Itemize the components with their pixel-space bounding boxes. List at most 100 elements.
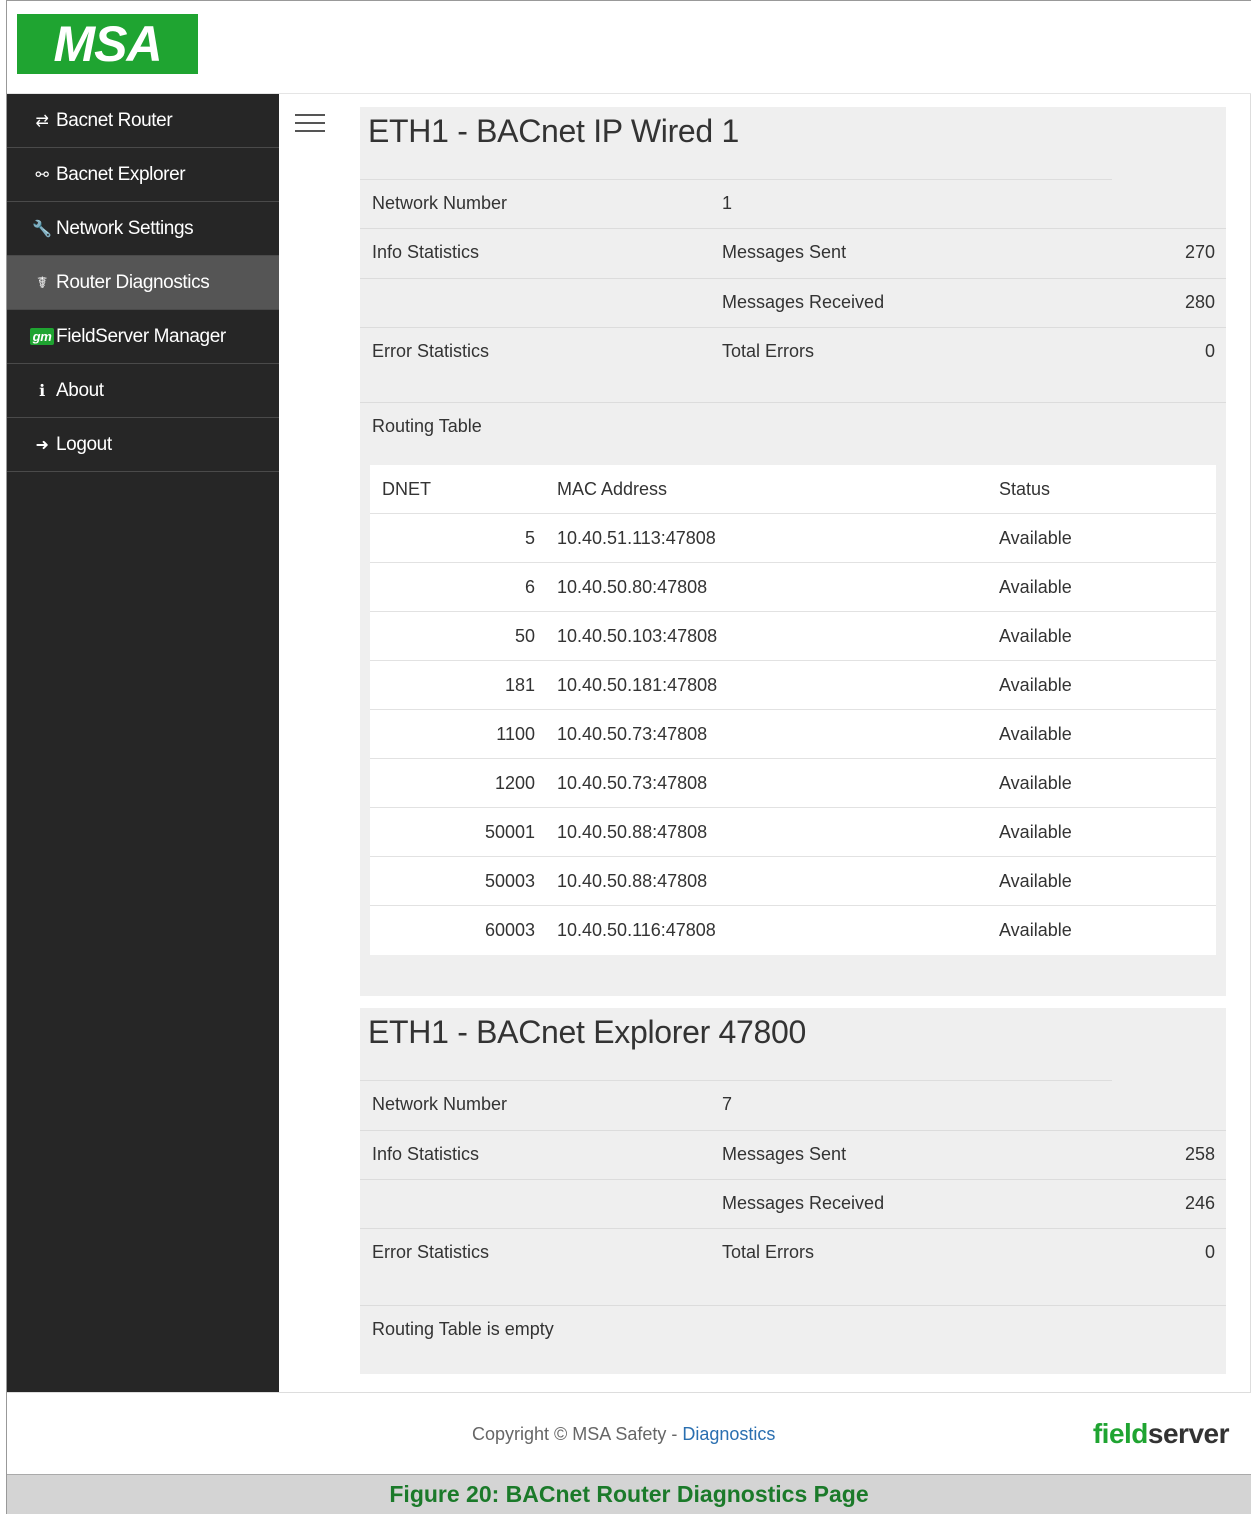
status-cell: Available — [999, 675, 1072, 695]
table-row: 1100 10.40.50.73:47808 Available — [370, 710, 1216, 759]
info-statistics-label: Info Statistics — [372, 242, 480, 262]
dnet-cell: 1100 — [496, 724, 535, 744]
mac-cell: 10.40.50.116:47808 — [557, 920, 716, 940]
messages-sent-row: Info Statistics Messages Sent 270 — [360, 228, 1226, 277]
sidebar-item-label: Logout — [56, 433, 112, 455]
routing-table-row: Routing Table — [360, 402, 1226, 451]
messages-received-value: 280 — [1184, 292, 1215, 312]
mac-cell: 10.40.50.80:47808 — [557, 577, 708, 597]
messages-received-value: 246 — [1184, 1193, 1215, 1213]
mac-cell: 10.40.50.88:47808 — [557, 822, 708, 842]
total-errors-value: 0 — [1204, 341, 1215, 361]
messages-received-row: Messages Received 280 — [360, 278, 1226, 327]
dnet-cell: 6 — [524, 577, 535, 597]
network-panel-wired: ETH1 - BACnet IP Wired 1 Network Number … — [360, 107, 1226, 996]
total-errors-row: Error Statistics Total Errors 0 — [360, 327, 1226, 376]
sidebar-item-router-diagnostics[interactable]: ☤ Router Diagnostics — [7, 256, 279, 310]
gt-badge: gт — [29, 328, 55, 345]
status-cell: Available — [999, 871, 1072, 891]
exchange-icon: ⇄ — [35, 112, 49, 130]
sidebar-item-label: Bacnet Explorer — [56, 163, 186, 185]
mac-address-header: MAC Address — [557, 479, 668, 499]
wrench-icon: 🔧 — [32, 220, 52, 238]
dnet-cell: 60003 — [484, 920, 535, 940]
sitemap-icon: ⚯ — [35, 166, 49, 184]
sidebar-item-bacnet-router[interactable]: ⇄ Bacnet Router — [7, 94, 279, 148]
network-panel-explorer: ETH1 - BACnet Explorer 47800 Network Num… — [360, 1008, 1226, 1374]
mac-cell: 10.40.51.113:47808 — [557, 528, 716, 548]
total-errors-row: Error Statistics Total Errors 0 — [360, 1228, 1226, 1277]
hamburger-menu-icon[interactable] — [295, 114, 325, 134]
footer: Copyright © MSA Safety - Diagnostics fie… — [7, 1392, 1251, 1475]
table-row: 50 10.40.50.103:47808 Available — [370, 612, 1216, 661]
total-errors-value: 0 — [1204, 1242, 1215, 1262]
sidebar-item-label: About — [56, 379, 104, 401]
messages-sent-value: 258 — [1184, 1144, 1215, 1164]
sidebar-item-logout[interactable]: ➜ Logout — [7, 418, 279, 472]
routing-table-empty-label: Routing Table is empty — [372, 1319, 554, 1339]
fieldserver-logo-part1: field — [1092, 1418, 1149, 1449]
sign-out-icon: ➜ — [35, 436, 49, 454]
status-cell: Available — [999, 920, 1072, 940]
dnet-cell: 50003 — [484, 871, 535, 891]
sidebar-item-label: Bacnet Router — [56, 109, 173, 131]
diagnostics-link[interactable]: Diagnostics — [682, 1424, 775, 1444]
network-number-label: Network Number — [372, 193, 508, 213]
sidebar: ⇄ Bacnet Router ⚯ Bacnet Explorer 🔧 Netw… — [7, 94, 279, 1392]
msa-logo[interactable]: MSA — [17, 14, 198, 74]
sidebar-item-bacnet-explorer[interactable]: ⚯ Bacnet Explorer — [7, 148, 279, 202]
status-cell: Available — [999, 724, 1072, 744]
routing-table-empty-row: Routing Table is empty — [360, 1305, 1226, 1354]
network-number-row: Network Number 1 — [360, 180, 1226, 228]
dnet-cell: 50 — [514, 626, 535, 646]
panel-title: ETH1 - BACnet IP Wired 1 — [368, 113, 740, 149]
routing-table: DNET MAC Address Status 5 10.40.51.113:4… — [370, 465, 1216, 955]
messages-sent-label: Messages Sent — [722, 242, 847, 262]
gt-icon: gт — [29, 328, 55, 345]
dnet-cell: 5 — [524, 528, 535, 548]
error-statistics-label: Error Statistics — [372, 341, 490, 361]
dnet-cell: 50001 — [484, 822, 535, 842]
status-header: Status — [999, 479, 1051, 499]
status-cell: Available — [999, 528, 1072, 548]
messages-sent-label: Messages Sent — [722, 1144, 847, 1164]
network-number-label: Network Number — [372, 1094, 508, 1114]
copyright: Copyright © MSA Safety - Diagnostics — [472, 1424, 775, 1445]
dnet-cell: 181 — [504, 675, 535, 695]
table-row: 6 10.40.50.80:47808 Available — [370, 563, 1216, 612]
status-cell: Available — [999, 773, 1072, 793]
sidebar-item-label: Router Diagnostics — [56, 271, 210, 293]
routing-table-label: Routing Table — [372, 416, 482, 436]
network-number-row: Network Number 7 — [360, 1081, 1226, 1129]
mac-cell: 10.40.50.73:47808 — [557, 773, 708, 793]
sidebar-item-about[interactable]: ℹ About — [7, 364, 279, 418]
messages-received-label: Messages Received — [722, 1193, 885, 1213]
status-cell: Available — [999, 577, 1072, 597]
fieldserver-logo: fieldserver — [1092, 1418, 1230, 1450]
table-row: 181 10.40.50.181:47808 Available — [370, 661, 1216, 710]
status-cell: Available — [999, 822, 1072, 842]
network-number-value: 7 — [722, 1094, 733, 1114]
network-number-value: 1 — [722, 193, 733, 213]
table-row: 1200 10.40.50.73:47808 Available — [370, 759, 1216, 808]
messages-received-label: Messages Received — [722, 292, 885, 312]
stethoscope-icon: ☤ — [36, 274, 48, 292]
info-icon: ℹ — [39, 382, 45, 400]
table-row: 60003 10.40.50.116:47808 Available — [370, 906, 1216, 955]
error-statistics-label: Error Statistics — [372, 1242, 490, 1262]
dnet-header: DNET — [382, 479, 431, 499]
total-errors-label: Total Errors — [722, 1242, 815, 1262]
info-statistics-label: Info Statistics — [372, 1144, 480, 1164]
sidebar-item-label: Network Settings — [56, 217, 194, 239]
mac-cell: 10.40.50.181:47808 — [557, 675, 718, 695]
figure-caption: Figure 20: BACnet Router Diagnostics Pag… — [7, 1474, 1251, 1514]
table-row: 5 10.40.51.113:47808 Available — [370, 514, 1216, 563]
messages-received-row: Messages Received 246 — [360, 1179, 1226, 1228]
copyright-text: Copyright © MSA Safety - — [472, 1424, 683, 1444]
dnet-cell: 1200 — [494, 773, 535, 793]
sidebar-item-network-settings[interactable]: 🔧 Network Settings — [7, 202, 279, 256]
mac-cell: 10.40.50.88:47808 — [557, 871, 708, 891]
total-errors-label: Total Errors — [722, 341, 815, 361]
sidebar-item-fieldserver-manager[interactable]: gт FieldServer Manager — [7, 310, 279, 364]
routing-table-header: DNET MAC Address Status — [370, 465, 1216, 514]
